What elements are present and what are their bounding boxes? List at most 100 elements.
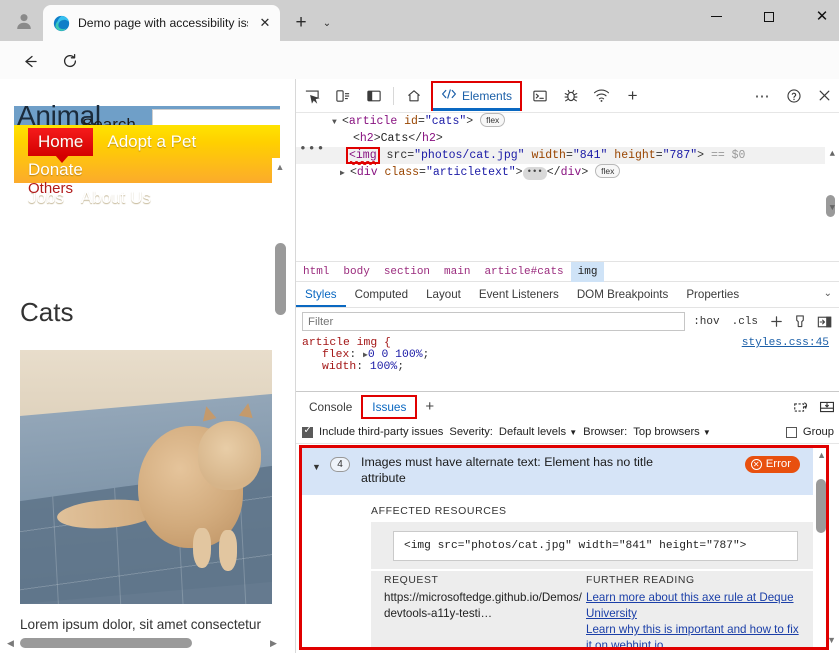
third-party-checkbox[interactable]	[302, 427, 313, 438]
breadcrumb-html[interactable]: html	[296, 262, 336, 282]
chevron-down-icon[interactable]: ⌄	[316, 12, 338, 34]
page-horizontal-scroll-thumb[interactable]	[20, 638, 192, 648]
tab-issues[interactable]: Issues	[361, 395, 417, 419]
css-source-link[interactable]: styles.css:45	[742, 337, 829, 349]
dom-scroll-down-icon[interactable]: ▼	[830, 203, 835, 213]
drawer-add-tool-button[interactable]: +	[417, 398, 442, 415]
debugger-icon[interactable]	[555, 81, 586, 111]
css-declaration-width[interactable]: width: 100%;	[302, 361, 839, 373]
third-party-label: Include third-party issues	[319, 426, 443, 438]
dock-side-icon[interactable]	[358, 81, 389, 111]
caret-down-icon: ▼	[569, 428, 577, 437]
page-scroll-up-icon[interactable]: ▲	[274, 162, 286, 174]
window-close-button[interactable]: ✕	[799, 0, 839, 33]
color-picker-icon[interactable]	[790, 312, 810, 332]
issues-scroll-thumb[interactable]	[816, 479, 826, 533]
selected-img-tag[interactable]: <img	[346, 147, 380, 164]
chevron-down-icon[interactable]: ⌄	[824, 288, 832, 299]
inspect-element-icon[interactable]	[296, 81, 327, 111]
browser-tab[interactable]: Demo page with accessibility issu ✕	[43, 5, 280, 41]
nav-item-adopt[interactable]: Adopt a Pet	[107, 128, 196, 156]
devtools-close-button[interactable]	[809, 81, 839, 111]
css-declaration-flex[interactable]: flex: ▶0 0 100%;	[302, 349, 839, 361]
tab-event-listeners[interactable]: Event Listeners	[470, 282, 568, 307]
page-scroll-right-icon[interactable]: ▶	[270, 638, 277, 649]
flex-badge[interactable]: flex	[480, 113, 505, 127]
profile-avatar[interactable]	[9, 8, 39, 34]
tab-properties[interactable]: Properties	[677, 282, 748, 307]
styles-scrollbar[interactable]: ▲ ▼	[824, 310, 837, 390]
tab-layout[interactable]: Layout	[417, 282, 470, 307]
issue-header[interactable]: ▼ 4 Images must have alternate text: Ele…	[302, 448, 814, 495]
maximize-button[interactable]	[746, 0, 792, 33]
dom-row-menu-icon[interactable]: •••	[299, 141, 325, 156]
browser-select[interactable]: Top browsers ▼	[633, 426, 711, 438]
dom-row-h2[interactable]: <h2>Cats</h2>	[296, 130, 825, 147]
breadcrumb-img[interactable]: img	[571, 262, 605, 282]
tab-computed[interactable]: Computed	[346, 282, 418, 307]
dom-row-img[interactable]: <img src="photos/cat.jpg" width="841" he…	[296, 147, 825, 164]
tab-dom-breakpoints[interactable]: DOM Breakpoints	[568, 282, 678, 307]
error-circle-icon: ✕	[751, 459, 762, 470]
drawer-tabs: Console Issues +	[296, 392, 839, 421]
reload-button[interactable]	[57, 48, 83, 74]
minimize-button[interactable]	[693, 0, 739, 33]
issue-code-snippet[interactable]: <img src="photos/cat.jpg" width="841" he…	[393, 531, 798, 561]
breadcrumb-article[interactable]: article#cats	[477, 262, 570, 282]
dom-scroll-up-icon[interactable]: ▲	[830, 149, 835, 159]
issues-scroll-down-icon[interactable]: ▼	[827, 635, 836, 645]
close-icon[interactable]: ✕	[256, 14, 274, 32]
devtools-help-button[interactable]	[778, 81, 809, 111]
styles-filter-row: :hov .cls	[296, 308, 839, 335]
back-button[interactable]	[16, 48, 42, 74]
issue-expand-triangle-icon[interactable]: ▼	[312, 462, 321, 472]
styles-filter-input[interactable]	[302, 312, 685, 331]
dom-row-article[interactable]: ▼<article id="cats"> flex	[296, 113, 825, 130]
issues-filter-bar: Include third-party issues Severity: Def…	[296, 421, 839, 444]
hover-state-button[interactable]: :hov	[689, 316, 723, 328]
add-rule-icon[interactable]	[766, 312, 786, 332]
affected-resource-item[interactable]: <img src="photos/cat.jpg" width="841" he…	[371, 522, 814, 569]
dom-row-div[interactable]: ▶<div class="articletext">•••</div> flex	[296, 164, 825, 181]
nav-item-others[interactable]: Others	[28, 180, 73, 197]
group-checkbox[interactable]	[786, 427, 797, 438]
devtools-more-button[interactable]: ⋯	[747, 81, 778, 111]
collapsed-children-icon[interactable]: •••	[523, 167, 547, 180]
issues-scroll-up-icon[interactable]: ▲	[817, 450, 826, 460]
nav-item-home[interactable]: Home	[28, 128, 93, 156]
expand-triangle-icon[interactable]: ▼	[332, 114, 342, 131]
further-reading-column: FURTHER READING Learn more about this ax…	[586, 575, 801, 650]
page-scroll-left-icon[interactable]: ◀	[7, 638, 14, 649]
severity-select[interactable]: Default levels ▼	[499, 426, 577, 438]
page-vertical-scrollbar[interactable]	[272, 158, 287, 653]
request-column: REQUEST https://microsoftedge.github.io/…	[384, 575, 584, 622]
request-label: REQUEST	[384, 575, 584, 586]
tab-console[interactable]: Console	[300, 396, 361, 418]
element-classes-button[interactable]: .cls	[728, 316, 762, 328]
site-nav: HomeAdopt a PetDonateJobsAbout Us	[14, 125, 280, 183]
console-icon[interactable]	[524, 81, 555, 111]
collapse-triangle-icon[interactable]: ▶	[340, 165, 350, 182]
new-tab-button[interactable]: +	[288, 10, 314, 36]
breadcrumb-main[interactable]: main	[437, 262, 477, 282]
issues-scrollbar[interactable]: ▲	[813, 448, 827, 647]
breadcrumb-section[interactable]: section	[377, 262, 437, 282]
breadcrumb[interactable]: html body section main article#cats img	[296, 261, 839, 282]
tab-styles[interactable]: Styles	[296, 282, 346, 307]
home-icon[interactable]	[398, 81, 429, 111]
dom-scrollbar[interactable]: ▲ ▼	[825, 147, 838, 217]
further-reading-link-deque[interactable]: Learn more about this axe rule at Deque …	[586, 590, 801, 622]
add-tool-button[interactable]: +	[617, 81, 648, 111]
group-label: Group	[803, 426, 834, 438]
flex-badge[interactable]: flex	[595, 164, 620, 178]
device-emulation-icon[interactable]	[327, 81, 358, 111]
page-vertical-scroll-thumb[interactable]	[275, 243, 286, 315]
further-reading-link-webhint[interactable]: Learn why this is important and how to f…	[586, 622, 801, 650]
network-icon[interactable]	[586, 81, 617, 111]
breadcrumb-body[interactable]: body	[336, 262, 376, 282]
tab-elements[interactable]: Elements	[431, 81, 522, 111]
nav-item-about[interactable]: About Us	[81, 184, 151, 212]
dock-bottom-icon[interactable]	[814, 395, 839, 419]
restore-drawer-icon[interactable]	[788, 395, 814, 419]
dom-tree[interactable]: ▼<article id="cats"> flex <h2>Cats</h2> …	[296, 113, 839, 183]
